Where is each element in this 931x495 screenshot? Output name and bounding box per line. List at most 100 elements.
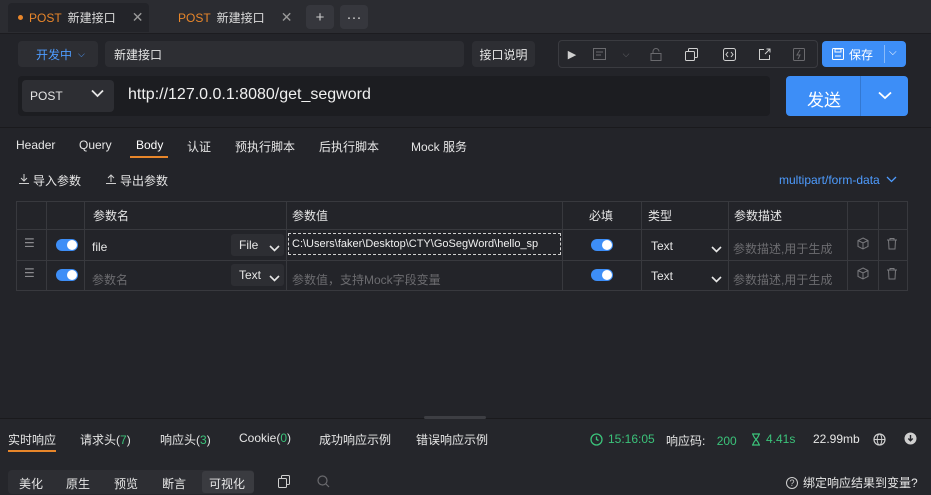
tab-body[interactable]: Body (136, 138, 163, 152)
param-desc-input[interactable]: 参数描述,用于生成 (733, 240, 832, 257)
close-icon[interactable]: ✕ (281, 9, 293, 26)
doc-view-icon[interactable] (592, 47, 606, 61)
tab-mock[interactable]: Mock 服务 (411, 138, 467, 155)
api-name-input[interactable]: 新建接口 (105, 41, 464, 67)
row-enable-toggle[interactable] (56, 239, 78, 251)
response-duration: 4.41s (751, 432, 795, 446)
required-toggle[interactable] (591, 239, 613, 251)
download-response-icon[interactable] (904, 432, 917, 448)
flash-icon[interactable] (792, 47, 806, 61)
unsaved-dot (18, 15, 23, 20)
bind-label: 绑定响应结果到变量? (803, 476, 918, 490)
param-desc-input[interactable]: 参数描述,用于生成 (733, 271, 832, 288)
content-type-select[interactable]: multipart/form-data (779, 173, 897, 187)
resize-handle[interactable] (424, 416, 486, 419)
drag-handle-icon[interactable]: ☰ (24, 266, 35, 280)
type-select-label[interactable]: Text (651, 239, 673, 253)
param-value-input[interactable]: 参数值，支持Mock字段变量 (292, 271, 441, 288)
trash-icon[interactable] (886, 237, 898, 253)
export-params-button[interactable]: 导出参数 (105, 172, 168, 189)
response-time: 15:16:05 (590, 432, 655, 446)
bind-response-link[interactable]: ? 绑定响应结果到变量? (786, 474, 918, 491)
header-required: 必填 (589, 209, 614, 223)
tab-new-api-1[interactable]: POST 新建接口 ✕ (8, 3, 149, 32)
send-button[interactable]: 发送 (786, 76, 908, 116)
copy-icon[interactable] (278, 475, 290, 491)
add-tab-button[interactable]: + (306, 5, 334, 29)
method-label: POST (30, 89, 63, 103)
hourglass-icon (752, 432, 760, 446)
tab-method: POST (29, 10, 62, 25)
param-name-input[interactable]: 参数名 (92, 271, 128, 288)
tab-error-example[interactable]: 错误响应示例 (416, 431, 488, 448)
close-icon[interactable]: ✕ (132, 9, 144, 26)
param-name-input[interactable]: file (92, 240, 107, 254)
copy-icon[interactable] (684, 47, 698, 61)
tab-post-script[interactable]: 后执行脚本 (319, 138, 379, 155)
save-button[interactable]: 保存 ⌵ (822, 41, 906, 67)
api-doc-button[interactable]: 接口说明 (472, 41, 535, 67)
chevron-down-icon: ⌵ (78, 48, 85, 59)
active-tab-indicator (8, 450, 56, 452)
field-type-select[interactable]: File (231, 234, 284, 256)
type-select-label[interactable]: Text (651, 269, 673, 283)
tab-query[interactable]: Query (79, 138, 112, 152)
lock-icon[interactable] (649, 47, 663, 61)
clock-icon (590, 432, 603, 446)
tab-auth[interactable]: 认证 (187, 138, 211, 155)
view-beautify[interactable]: 美化 (19, 475, 43, 492)
cube-icon[interactable] (857, 267, 869, 283)
play-icon[interactable]: ▶ (565, 47, 579, 61)
field-type-label: File (239, 238, 259, 252)
view-visualize[interactable]: 可视化 (209, 475, 245, 492)
method-select[interactable]: POST (22, 80, 114, 112)
more-tabs-button[interactable]: ··· (340, 5, 368, 29)
tab-pre-script[interactable]: 预执行脚本 (235, 138, 295, 155)
tab-title: 新建接口 (216, 11, 265, 25)
import-params-button[interactable]: 导入参数 (18, 172, 81, 189)
tab-response-headers[interactable]: 响应头(3) (160, 431, 211, 448)
view-assert[interactable]: 断言 (162, 475, 186, 492)
upload-icon (105, 173, 117, 188)
share-icon[interactable] (757, 47, 771, 61)
chevron-down-icon[interactable]: ⌵ (619, 47, 633, 61)
globe-icon[interactable] (873, 433, 886, 449)
export-label: 导出参数 (120, 174, 169, 188)
row-enable-toggle[interactable] (56, 269, 78, 281)
tab-new-api-2[interactable]: POST 新建接口 ✕ (168, 3, 298, 32)
url-input[interactable]: http://127.0.0.1:8080/get_segword (128, 86, 371, 104)
tab-success-example[interactable]: 成功响应示例 (319, 431, 391, 448)
tab-header[interactable]: Header (16, 138, 55, 152)
view-raw[interactable]: 原生 (66, 475, 90, 492)
tab-request-headers[interactable]: 请求头(7) (80, 431, 131, 448)
chevron-down-icon[interactable]: ⌵ (889, 47, 897, 58)
trash-icon[interactable] (886, 267, 898, 283)
active-tab-indicator (130, 156, 168, 158)
download-icon (18, 173, 30, 188)
import-label: 导入参数 (33, 174, 82, 188)
code-icon[interactable] (722, 47, 736, 61)
send-label: 发送 (807, 91, 841, 110)
chevron-down-icon[interactable] (878, 88, 892, 103)
save-icon (832, 48, 844, 60)
drag-handle-icon[interactable]: ☰ (24, 236, 35, 250)
param-value-input[interactable]: C:\Users\faker\Desktop\CTY\GoSegWord\hel… (288, 233, 561, 255)
search-icon[interactable] (317, 475, 330, 491)
divider (0, 127, 931, 128)
header-desc: 参数描述 (734, 209, 783, 223)
field-type-select[interactable]: Text (231, 264, 284, 286)
header-name: 参数名 (93, 209, 130, 223)
header-value: 参数值 (292, 209, 329, 223)
view-preview[interactable]: 预览 (114, 475, 138, 492)
required-toggle[interactable] (591, 269, 613, 281)
status-code: 响应码: 200 (666, 434, 737, 448)
tab-title: 新建接口 (67, 11, 116, 25)
content-type-label: multipart/form-data (779, 173, 880, 187)
tab-method: POST (178, 10, 211, 25)
tab-cookie[interactable]: Cookie(0) (239, 431, 291, 445)
chevron-down-icon[interactable] (711, 272, 722, 286)
environment-select[interactable]: 开发中 ⌵ (18, 41, 98, 67)
chevron-down-icon[interactable] (711, 242, 722, 256)
cube-icon[interactable] (857, 237, 869, 253)
tab-realtime-response[interactable]: 实时响应 (8, 431, 56, 448)
